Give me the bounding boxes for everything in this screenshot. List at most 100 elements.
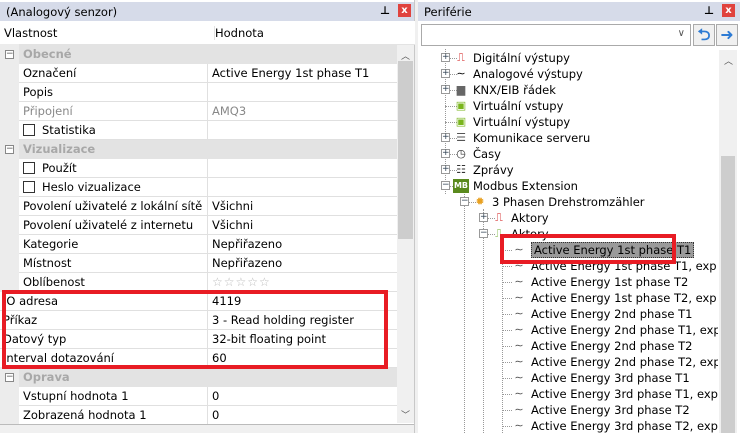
tree-node[interactable]: ∼ Active Energy 3rd phase T1 (418, 370, 718, 386)
tree-node[interactable]: ∼ Active Energy 2nd phase T2 (418, 338, 718, 354)
vertical-scrollbar[interactable]: ︿ ﹀ (397, 45, 414, 423)
property-row[interactable]: Vstupní hodnota 1 0 (0, 386, 397, 406)
close-icon[interactable]: x (722, 4, 735, 17)
property-name: Zobrazená hodnota 1 (23, 408, 147, 422)
scroll-thumb[interactable] (721, 156, 735, 433)
property-value[interactable] (207, 178, 397, 197)
scroll-down-icon[interactable]: ﹀ (401, 408, 410, 421)
tree-node-label: Virtuální vstupy (473, 99, 564, 113)
property-row[interactable]: Statistika (0, 120, 397, 140)
property-value[interactable] (207, 83, 397, 102)
property-value[interactable] (207, 121, 397, 140)
tree-node[interactable]: − MB Modbus Extension (418, 178, 718, 194)
property-value[interactable]: 0 (207, 406, 397, 425)
property-row[interactable]: Kategorie Nepřiřazeno (0, 234, 397, 254)
row-gutter (0, 215, 19, 235)
tree-node[interactable]: ∼ Active Energy 3rd phase T2, exp (418, 418, 718, 433)
property-row[interactable]: Označení Active Energy 1st phase T1 (0, 63, 397, 83)
expand-toggle-icon[interactable]: + (441, 53, 450, 62)
property-value[interactable]: 0 (207, 387, 397, 406)
back-button[interactable]: ⮌ (693, 24, 715, 46)
expand-toggle-icon[interactable]: + (441, 133, 450, 142)
calendar-clock-icon: ◷ (456, 147, 466, 160)
tree-node[interactable]: ∼ Active Energy 1st phase T2 (418, 274, 718, 290)
property-label: Vizualizace (23, 142, 96, 156)
property-name: Obecné (23, 47, 72, 61)
expand-toggle-icon[interactable]: − (479, 229, 488, 238)
property-value[interactable]: Active Energy 1st phase T1 (207, 64, 397, 83)
property-row[interactable]: Povolení uživatelé z internetu Všichni (0, 215, 397, 235)
property-row[interactable]: Popis (0, 82, 397, 102)
tree-node[interactable]: ▣ Virtuální vstupy (418, 98, 718, 114)
analog-sensor-icon: ∼ (514, 275, 524, 288)
property-name: Popis (23, 85, 53, 99)
tree-node[interactable]: + ◷ Časy (418, 146, 718, 162)
property-row[interactable]: Místnost Nepřiřazeno (0, 253, 397, 273)
tree-node[interactable]: + ▆ KNX/EIB řádek (418, 82, 718, 98)
property-row[interactable]: Heslo vizualizace (0, 177, 397, 197)
scroll-thumb[interactable] (398, 61, 413, 239)
tree-scrollbar[interactable]: ︿ (719, 50, 737, 433)
scroll-up-icon[interactable]: ︿ (724, 54, 733, 67)
tree-node-label: Časy (473, 147, 501, 161)
expand-toggle-icon[interactable]: − (441, 181, 450, 190)
property-name: Oblíbenost (23, 275, 85, 289)
collapse-toggle-icon[interactable]: − (5, 373, 14, 382)
property-name: Vizualizace (23, 142, 95, 156)
expand-toggle-icon[interactable]: + (441, 85, 450, 94)
property-value[interactable]: AMQ3 (207, 102, 397, 121)
collapse-toggle-icon[interactable]: − (5, 50, 14, 59)
tree-node-label: Virtuální výstupy (473, 115, 571, 129)
close-icon[interactable]: x (398, 4, 411, 17)
tree-node[interactable]: + ☷ Zprávy (418, 162, 718, 178)
tree-node[interactable]: + ⎍ Digitální výstupy (418, 50, 718, 66)
chevron-down-icon[interactable]: ∨ (678, 28, 685, 39)
pin-icon[interactable]: ⊥ (380, 4, 390, 17)
category-row[interactable]: − Obecné (0, 44, 397, 64)
tree-node[interactable]: ∼ Active Energy 2nd phase T1, exp (418, 322, 718, 338)
tree-node[interactable]: ∼ Active Energy 3rd phase T2 (418, 402, 718, 418)
property-row[interactable]: Použít (0, 158, 397, 178)
property-value[interactable]: Nepřiřazeno (207, 254, 397, 273)
expand-toggle-icon[interactable]: + (441, 69, 450, 78)
property-name: Heslo vizualizace (23, 180, 141, 194)
expand-toggle-icon[interactable]: + (441, 165, 450, 174)
property-value[interactable]: Všichni (207, 197, 397, 216)
property-value[interactable]: Všichni (207, 216, 397, 235)
expand-toggle-icon[interactable]: − (460, 197, 469, 206)
filter-combobox[interactable]: ∨ (421, 24, 691, 46)
checkbox[interactable] (23, 181, 35, 193)
expand-toggle-icon[interactable]: + (441, 149, 450, 158)
column-property[interactable]: Vlastnost (4, 26, 57, 40)
property-row[interactable]: Povolení uživatelé z lokální sítě Všichni (0, 196, 397, 216)
tree-node[interactable]: − ✹ 3 Phasen Drehstromzähler (418, 194, 718, 210)
tree-node[interactable]: + ☰ Komunikace serveru (418, 130, 718, 146)
property-label: Oblíbenost (23, 275, 85, 289)
category-row[interactable]: − Vizualizace (0, 139, 397, 159)
column-header: Vlastnost Hodnota (0, 21, 415, 45)
tree-node[interactable]: ∼ Active Energy 3rd phase T1, exp (418, 386, 718, 402)
collapse-toggle-icon[interactable]: − (5, 145, 14, 154)
property-row[interactable]: Připojení AMQ3 (0, 101, 397, 121)
tree-node[interactable]: ∼ Active Energy 2nd phase T1 (418, 306, 718, 322)
column-value[interactable]: Hodnota (214, 26, 264, 40)
description-area (0, 424, 414, 433)
pin-icon[interactable]: ⊥ (704, 4, 714, 17)
forward-button[interactable]: ➜ (716, 24, 738, 46)
tree-node[interactable]: ∼ Active Energy 1st phase T2, exp (418, 290, 718, 306)
property-value[interactable]: Nepřiřazeno (207, 235, 397, 254)
tree-node[interactable]: + ⎍ Aktory (418, 210, 718, 226)
category-row[interactable]: − Oprava (0, 367, 397, 387)
property-value[interactable] (207, 159, 397, 178)
tree-node[interactable]: + ∼ Analogové výstupy (418, 66, 718, 82)
property-row[interactable]: Zobrazená hodnota 1 0 (0, 405, 397, 425)
tree-node[interactable]: ∼ Active Energy 2nd phase T2, exp (418, 354, 718, 370)
tree-node[interactable]: ▣ Virtuální výstupy (418, 114, 718, 130)
checkbox[interactable] (23, 124, 35, 136)
row-gutter (0, 253, 19, 273)
checkbox[interactable] (23, 162, 35, 174)
property-label: Použít (42, 161, 77, 175)
row-gutter (0, 101, 19, 121)
property-name: Kategorie (23, 237, 78, 251)
expand-toggle-icon[interactable]: + (479, 213, 488, 222)
